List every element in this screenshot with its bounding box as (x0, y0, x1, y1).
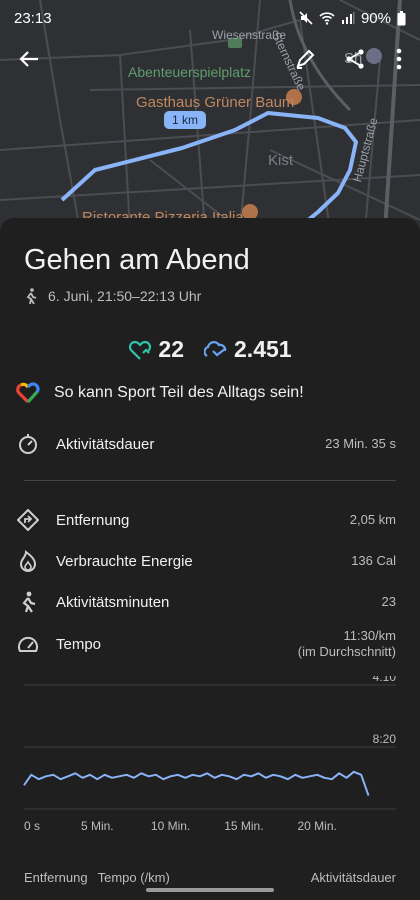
metric-label: Entfernung (56, 511, 130, 529)
heart-points-value: 22 (158, 336, 185, 362)
walk-icon (26, 288, 37, 304)
metric-row-pace: Tempo 11:30/km (im Durchschnitt) (16, 628, 396, 660)
tab-activity-duration[interactable]: Aktivitätsdauer (311, 870, 396, 885)
metric-value: 23 (381, 594, 396, 609)
share-button[interactable] (340, 44, 370, 74)
status-time: 23:13 (14, 9, 52, 27)
metric-row-distance: Entfernung 2,05 km (16, 508, 396, 532)
map-label-park: Abenteuerspielplatz (128, 64, 251, 80)
map-label-district: Kist (268, 152, 294, 169)
metric-value: 11:30/km (im Durchschnitt) (298, 628, 396, 660)
edit-button[interactable] (290, 44, 320, 74)
status-bar: 23:13 90% (0, 0, 420, 36)
status-icons: 90% (299, 10, 406, 27)
wifi-icon (319, 12, 335, 25)
metric-value: 2,05 km (349, 512, 396, 527)
metric-value: 23 Min. 35 s (325, 436, 396, 451)
metric-label: Aktivitätsminuten (56, 593, 170, 611)
share-icon (346, 49, 364, 69)
divider (24, 480, 396, 481)
distance-marker: 1 km (164, 111, 207, 129)
mute-icon (299, 11, 313, 25)
stats-summary: 22 2.451 (0, 336, 420, 363)
tab-pace[interactable]: Tempo (/km) (98, 870, 170, 885)
metric-label: Tempo (56, 635, 102, 653)
pencil-icon (296, 49, 315, 69)
activity-date-time: 6. Juni, 21:50–22:13 Uhr (48, 288, 202, 304)
navigation-handle[interactable] (146, 888, 274, 892)
distance-icon (17, 509, 39, 531)
chart-x-tick-label: 15 Min. (224, 819, 263, 833)
metric-label: Aktivitätsdauer (56, 435, 155, 453)
chart-series-line (23, 770, 370, 796)
heart-points: 22 (128, 336, 184, 363)
steps-icon (204, 340, 227, 357)
speedometer-icon (18, 636, 38, 652)
back-button[interactable] (14, 44, 44, 74)
chart-x-tick-label: 0 s (24, 819, 40, 833)
promo-text[interactable]: So kann Sport Teil des Alltags sein! (54, 384, 304, 402)
activity-title[interactable]: Gehen am Abend (24, 244, 250, 277)
battery-icon (397, 10, 406, 25)
steps-value: 2.451 (234, 336, 292, 362)
pace-value: 11:30/km (343, 628, 396, 643)
metric-value: 136 Cal (351, 553, 396, 568)
flame-icon (19, 550, 37, 572)
timer-icon (19, 434, 37, 454)
promo-row[interactable]: So kann Sport Teil des Alltags sein! (16, 382, 304, 404)
chart-tabs: Entfernung Tempo (/km) Aktivitätsdauer (24, 870, 396, 885)
chart-x-tick-label: 20 Min. (298, 819, 337, 833)
metric-row-active-minutes: Aktivitätsminuten 23 (16, 590, 396, 614)
google-fit-icon (16, 382, 40, 404)
metric-row-energy: Verbrauchte Energie 136 Cal (16, 549, 396, 573)
metric-row-duration: Aktivitätsdauer 23 Min. 35 s (16, 432, 396, 456)
tab-distance[interactable]: Entfernung (24, 870, 88, 885)
chart-x-tick-label: 10 Min. (151, 819, 190, 833)
map-label-restaurant1: Gasthaus Grüner Baum (136, 94, 295, 111)
chart-y-tick-label: 4:10 (373, 676, 397, 684)
signal-icon (341, 12, 355, 24)
pace-chart[interactable]: 4:10 8:20 0 s 5 Min. 10 Min. 15 Min. 20 Min. (0, 676, 420, 841)
battery-percent: 90% (360, 9, 391, 27)
arrow-left-icon (19, 51, 38, 67)
pace-value-sub: (im Durchschnitt) (297, 644, 396, 659)
more-vertical-icon (396, 48, 402, 70)
steps: 2.451 (204, 336, 292, 363)
activity-subtitle: 6. Juni, 21:50–22:13 Uhr (24, 288, 201, 304)
heart-points-icon (129, 340, 152, 360)
more-options-button[interactable] (384, 44, 414, 74)
chart-y-tick-label: 8:20 (373, 732, 397, 746)
walk-icon (22, 591, 36, 613)
metric-label: Verbrauchte Energie (56, 552, 193, 570)
chart-x-tick-label: 5 Min. (81, 819, 114, 833)
activity-sheet[interactable]: Gehen am Abend 6. Juni, 21:50–22:13 Uhr … (0, 218, 420, 900)
